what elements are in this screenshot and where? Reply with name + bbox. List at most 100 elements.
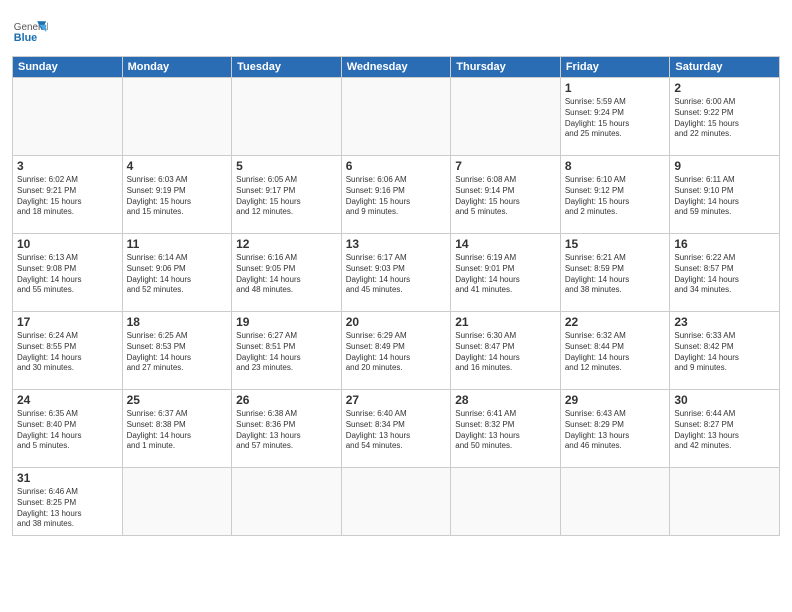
calendar-cell: 11Sunrise: 6:14 AM Sunset: 9:06 PM Dayli… — [122, 234, 232, 312]
svg-text:Blue: Blue — [14, 32, 37, 44]
day-info: Sunrise: 6:32 AM Sunset: 8:44 PM Dayligh… — [565, 331, 666, 374]
weekday-header-row: SundayMondayTuesdayWednesdayThursdayFrid… — [13, 57, 780, 78]
calendar-cell: 6 Sunrise: 6:06 AM Sunset: 9:16 PM Daylig… — [341, 156, 451, 234]
day-number: 25 — [127, 393, 228, 407]
day-info: Sunrise: 6:24 AM Sunset: 8:55 PM Dayligh… — [17, 331, 118, 374]
calendar-cell: 23Sunrise: 6:33 AM Sunset: 8:42 PM Dayli… — [670, 312, 780, 390]
calendar-cell: 8 Sunrise: 6:10 AM Sunset: 9:12 PM Daylig… — [560, 156, 670, 234]
calendar-cell: 29 Sunrise: 6:43 AM Sunset: 8:29 PM Dayli… — [560, 390, 670, 468]
day-info: Sunrise: 6:08 AM Sunset: 9:14 PM Dayligh… — [455, 175, 556, 218]
day-info: Sunrise: 6:41 AM Sunset: 8:32 PM Dayligh… — [455, 409, 556, 452]
day-number: 16 — [674, 237, 775, 251]
day-number: 29 — [565, 393, 666, 407]
calendar-cell: 25Sunrise: 6:37 AM Sunset: 8:38 PM Dayli… — [122, 390, 232, 468]
weekday-header-wednesday: Wednesday — [341, 57, 451, 78]
day-number: 30 — [674, 393, 775, 407]
calendar-cell — [341, 468, 451, 536]
weekday-header-sunday: Sunday — [13, 57, 123, 78]
day-number: 20 — [346, 315, 447, 329]
day-number: 18 — [127, 315, 228, 329]
day-info: Sunrise: 6:43 AM Sunset: 8:29 PM Dayligh… — [565, 409, 666, 452]
day-number: 13 — [346, 237, 447, 251]
day-info: Sunrise: 6:16 AM Sunset: 9:05 PM Dayligh… — [236, 253, 337, 296]
calendar-cell: 19 Sunrise: 6:27 AM Sunset: 8:51 PM Dayli… — [232, 312, 342, 390]
calendar-cell: 26Sunrise: 6:38 AM Sunset: 8:36 PM Dayli… — [232, 390, 342, 468]
calendar-week-row: 31Sunrise: 6:46 AM Sunset: 8:25 PM Dayli… — [13, 468, 780, 536]
calendar-cell: 18 Sunrise: 6:25 AM Sunset: 8:53 PM Dayli… — [122, 312, 232, 390]
weekday-header-monday: Monday — [122, 57, 232, 78]
day-number: 14 — [455, 237, 556, 251]
calendar-cell — [451, 78, 561, 156]
calendar-cell: 15 Sunrise: 6:21 AM Sunset: 8:59 PM Dayli… — [560, 234, 670, 312]
day-info: Sunrise: 6:27 AM Sunset: 8:51 PM Dayligh… — [236, 331, 337, 374]
calendar-cell: 13Sunrise: 6:17 AM Sunset: 9:03 PM Dayli… — [341, 234, 451, 312]
day-info: Sunrise: 6:35 AM Sunset: 8:40 PM Dayligh… — [17, 409, 118, 452]
page-header: General Blue — [12, 10, 780, 50]
day-number: 12 — [236, 237, 337, 251]
calendar-cell: 1Sunrise: 5:59 AM Sunset: 9:24 PM Daylig… — [560, 78, 670, 156]
calendar-cell: 28 Sunrise: 6:41 AM Sunset: 8:32 PM Dayli… — [451, 390, 561, 468]
day-number: 22 — [565, 315, 666, 329]
calendar-cell — [13, 78, 123, 156]
weekday-header-thursday: Thursday — [451, 57, 561, 78]
day-number: 10 — [17, 237, 118, 251]
calendar-week-row: 10 Sunrise: 6:13 AM Sunset: 9:08 PM Dayli… — [13, 234, 780, 312]
day-info: Sunrise: 6:40 AM Sunset: 8:34 PM Dayligh… — [346, 409, 447, 452]
day-info: Sunrise: 6:05 AM Sunset: 9:17 PM Dayligh… — [236, 175, 337, 218]
calendar-table: SundayMondayTuesdayWednesdayThursdayFrid… — [12, 56, 780, 536]
day-info: Sunrise: 6:13 AM Sunset: 9:08 PM Dayligh… — [17, 253, 118, 296]
calendar-cell: 27 Sunrise: 6:40 AM Sunset: 8:34 PM Dayli… — [341, 390, 451, 468]
calendar-cell — [232, 78, 342, 156]
calendar-cell — [451, 468, 561, 536]
day-info: Sunrise: 6:30 AM Sunset: 8:47 PM Dayligh… — [455, 331, 556, 374]
day-number: 26 — [236, 393, 337, 407]
weekday-header-tuesday: Tuesday — [232, 57, 342, 78]
day-info: Sunrise: 6:10 AM Sunset: 9:12 PM Dayligh… — [565, 175, 666, 218]
day-info: Sunrise: 6:03 AM Sunset: 9:19 PM Dayligh… — [127, 175, 228, 218]
calendar-cell: 21 Sunrise: 6:30 AM Sunset: 8:47 PM Dayli… — [451, 312, 561, 390]
calendar-cell — [122, 468, 232, 536]
day-number: 27 — [346, 393, 447, 407]
calendar-cell: 2 Sunrise: 6:00 AM Sunset: 9:22 PM Daylig… — [670, 78, 780, 156]
calendar-cell: 30Sunrise: 6:44 AM Sunset: 8:27 PM Dayli… — [670, 390, 780, 468]
calendar-week-row: 3 Sunrise: 6:02 AM Sunset: 9:21 PM Daylig… — [13, 156, 780, 234]
day-info: Sunrise: 6:00 AM Sunset: 9:22 PM Dayligh… — [674, 97, 775, 140]
calendar-cell — [341, 78, 451, 156]
calendar-cell: 3 Sunrise: 6:02 AM Sunset: 9:21 PM Daylig… — [13, 156, 123, 234]
calendar-cell: 12 Sunrise: 6:16 AM Sunset: 9:05 PM Dayli… — [232, 234, 342, 312]
day-number: 4 — [127, 159, 228, 173]
day-number: 3 — [17, 159, 118, 173]
day-number: 9 — [674, 159, 775, 173]
day-number: 2 — [674, 81, 775, 95]
calendar-cell: 7 Sunrise: 6:08 AM Sunset: 9:14 PM Daylig… — [451, 156, 561, 234]
logo: General Blue — [12, 14, 48, 50]
day-number: 6 — [346, 159, 447, 173]
day-info: Sunrise: 5:59 AM Sunset: 9:24 PM Dayligh… — [565, 97, 666, 140]
calendar-cell: 31Sunrise: 6:46 AM Sunset: 8:25 PM Dayli… — [13, 468, 123, 536]
day-number: 21 — [455, 315, 556, 329]
calendar-cell — [670, 468, 780, 536]
day-number: 5 — [236, 159, 337, 173]
calendar-cell — [122, 78, 232, 156]
day-info: Sunrise: 6:46 AM Sunset: 8:25 PM Dayligh… — [17, 487, 118, 530]
calendar-week-row: 17Sunrise: 6:24 AM Sunset: 8:55 PM Dayli… — [13, 312, 780, 390]
day-info: Sunrise: 6:02 AM Sunset: 9:21 PM Dayligh… — [17, 175, 118, 218]
calendar-cell: 20Sunrise: 6:29 AM Sunset: 8:49 PM Dayli… — [341, 312, 451, 390]
day-number: 15 — [565, 237, 666, 251]
day-number: 19 — [236, 315, 337, 329]
day-number: 7 — [455, 159, 556, 173]
day-info: Sunrise: 6:21 AM Sunset: 8:59 PM Dayligh… — [565, 253, 666, 296]
day-number: 23 — [674, 315, 775, 329]
day-info: Sunrise: 6:06 AM Sunset: 9:16 PM Dayligh… — [346, 175, 447, 218]
day-info: Sunrise: 6:22 AM Sunset: 8:57 PM Dayligh… — [674, 253, 775, 296]
day-info: Sunrise: 6:25 AM Sunset: 8:53 PM Dayligh… — [127, 331, 228, 374]
weekday-header-saturday: Saturday — [670, 57, 780, 78]
day-info: Sunrise: 6:11 AM Sunset: 9:10 PM Dayligh… — [674, 175, 775, 218]
day-number: 28 — [455, 393, 556, 407]
calendar-week-row: 24 Sunrise: 6:35 AM Sunset: 8:40 PM Dayli… — [13, 390, 780, 468]
day-number: 8 — [565, 159, 666, 173]
weekday-header-friday: Friday — [560, 57, 670, 78]
day-number: 24 — [17, 393, 118, 407]
calendar-week-row: 1Sunrise: 5:59 AM Sunset: 9:24 PM Daylig… — [13, 78, 780, 156]
calendar-cell: 9 Sunrise: 6:11 AM Sunset: 9:10 PM Daylig… — [670, 156, 780, 234]
